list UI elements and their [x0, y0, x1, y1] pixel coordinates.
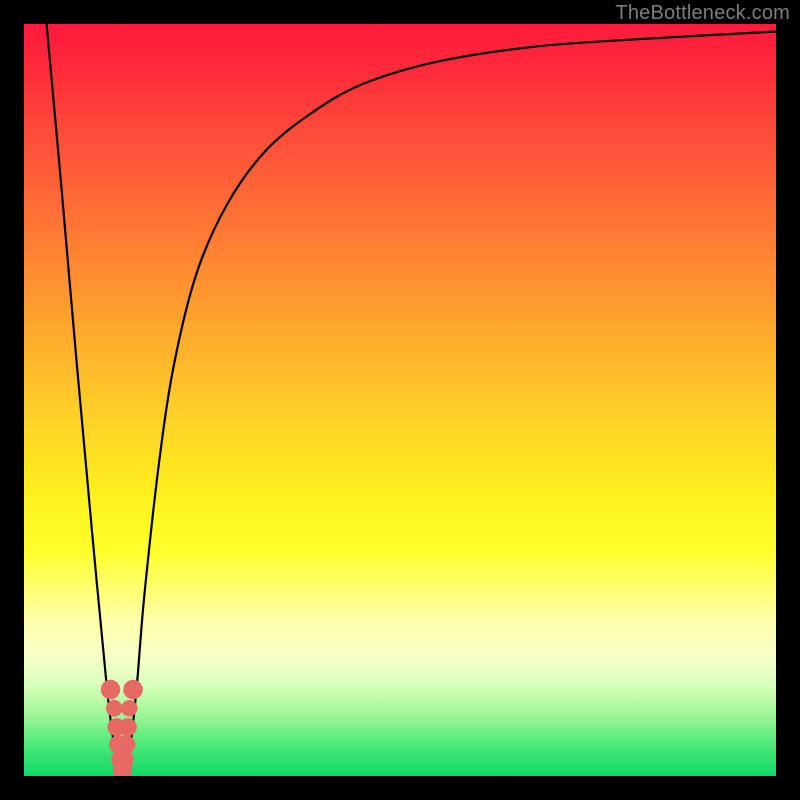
curve-svg	[24, 24, 776, 776]
bottleneck-curve	[47, 24, 776, 776]
chart-frame: TheBottleneck.com	[0, 0, 800, 800]
marker-dot	[123, 680, 143, 700]
marker-dot	[119, 718, 137, 736]
marker-group	[101, 680, 143, 776]
marker-dot	[101, 680, 121, 700]
plot-area	[24, 24, 776, 776]
marker-dot	[106, 700, 123, 717]
marker-dot	[121, 700, 138, 717]
watermark-text: TheBottleneck.com	[615, 2, 790, 25]
